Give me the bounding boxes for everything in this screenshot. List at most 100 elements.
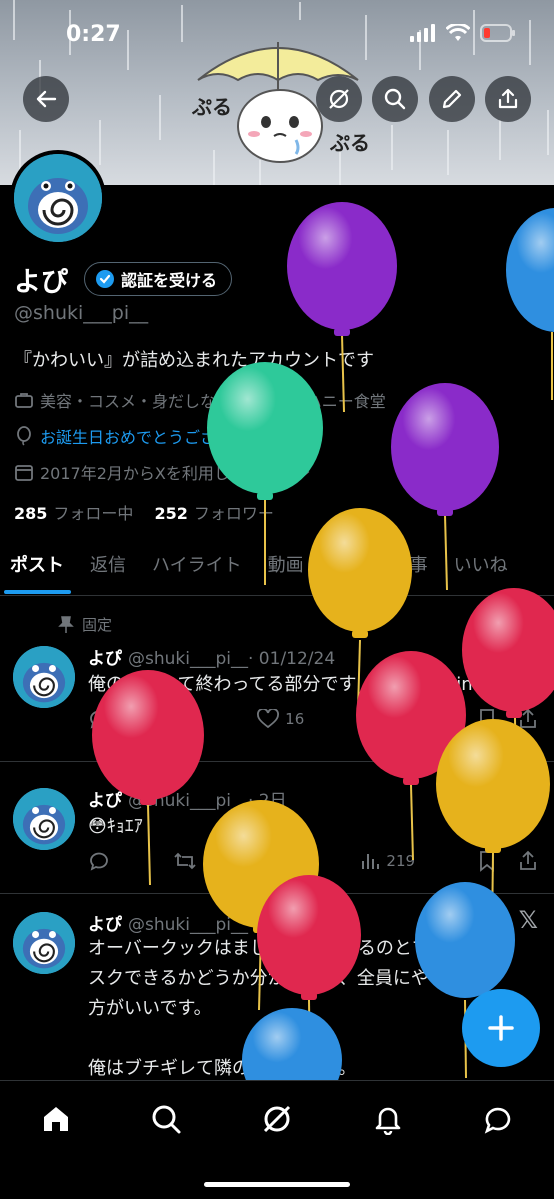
wifi-icon xyxy=(446,24,470,41)
nav-messages[interactable] xyxy=(478,1099,518,1139)
search-button[interactable] xyxy=(372,76,418,122)
repost-icon xyxy=(174,852,196,870)
post-author-name: よぴ xyxy=(88,915,122,935)
post-time: · 01/12/24 xyxy=(248,649,336,669)
tab-replies[interactable]: 返信 xyxy=(77,544,139,596)
location-pin-icon xyxy=(251,391,265,410)
share-button[interactable] xyxy=(485,76,531,122)
grok-button[interactable] xyxy=(316,76,362,122)
like-button[interactable]: 16 xyxy=(257,709,304,729)
chevron-right-icon xyxy=(301,466,310,478)
post-actions: 3 219 xyxy=(88,850,538,872)
profile-handle: @shuki___pi__ xyxy=(14,302,149,324)
reply-icon xyxy=(90,710,108,729)
post-time: · 2日 xyxy=(248,915,287,935)
balloon xyxy=(506,208,554,400)
like-button[interactable]: 3 xyxy=(259,851,298,871)
display-name: よぴ xyxy=(14,267,68,298)
calendar-icon xyxy=(15,465,33,481)
nav-home[interactable] xyxy=(36,1099,76,1139)
like-count: 3 xyxy=(287,852,298,870)
views-icon xyxy=(367,712,385,727)
tab-highlights[interactable]: ハイライト xyxy=(139,544,255,596)
tab-likes[interactable]: いいね xyxy=(441,544,521,596)
balloon xyxy=(287,202,397,413)
tab-photos[interactable]: 画像 xyxy=(317,544,379,596)
get-verified-button[interactable]: 認証を受ける xyxy=(84,262,233,296)
bookmark-share-group[interactable] xyxy=(478,850,538,872)
like-count: 16 xyxy=(285,710,305,728)
banner-text-right: ぷる xyxy=(329,131,368,155)
plus-icon xyxy=(488,1015,514,1041)
view-count: 219 xyxy=(386,852,416,870)
profile-tabs: ポスト 返信 ハイライト 動画 画像 記事 いいね xyxy=(0,544,554,596)
post-header: よぴ @shuki___pi__· 2日 xyxy=(88,786,287,811)
back-button[interactable] xyxy=(23,76,69,122)
tab-posts[interactable]: ポスト xyxy=(0,544,77,596)
birthday-message: お誕生日おめでとうございます。 xyxy=(40,428,279,447)
post-text: 😳ｷｮｴｱ xyxy=(88,816,143,837)
post-text-line: スクできるかどうか分かるので、全員にやらせた xyxy=(88,968,483,989)
post-avatar[interactable] xyxy=(13,912,75,974)
repost-button[interactable] xyxy=(173,850,197,872)
reply-button[interactable] xyxy=(88,708,110,730)
verified-badge-icon xyxy=(96,270,114,288)
views-icon xyxy=(362,854,380,869)
profile-avatar[interactable] xyxy=(10,150,106,246)
battery-low-icon xyxy=(480,24,515,42)
edit-button[interactable] xyxy=(429,76,475,122)
post-author-handle: @shuki___pi__ xyxy=(128,649,248,669)
joined-date: 2017年2月からXを利用しています xyxy=(40,464,294,483)
view-count: 2万 xyxy=(391,710,417,729)
grok-icon xyxy=(329,89,349,109)
x-logo: 𝕏 xyxy=(518,782,538,810)
post-avatar[interactable] xyxy=(13,646,75,708)
joined-row[interactable]: 2017年2月からXを利用しています xyxy=(14,460,311,484)
followers-link[interactable]: 252 フォロワー xyxy=(155,504,274,523)
poliwag-avatar-image xyxy=(13,788,75,850)
home-indicator xyxy=(204,1182,350,1187)
nav-search[interactable] xyxy=(146,1099,186,1139)
grok-icon xyxy=(263,1105,291,1133)
bookmark-icon xyxy=(480,851,494,872)
tab-videos[interactable]: 動画 xyxy=(255,544,317,596)
post-author-name: よぴ xyxy=(88,791,122,811)
follow-stats: 285 フォロー中 252 フォロワー xyxy=(14,500,274,524)
post-time: · 2日 xyxy=(248,791,287,811)
compose-post-button[interactable] xyxy=(462,989,540,1067)
post-avatar[interactable] xyxy=(13,788,75,850)
views-button[interactable]: 2万 xyxy=(366,709,417,730)
get-verified-label: 認証を受ける xyxy=(121,271,218,290)
birthday-row: お誕生日おめでとうございます。 xyxy=(14,424,278,448)
tab-articles[interactable]: 記事 xyxy=(379,544,441,596)
poliwag-avatar-image xyxy=(14,154,102,242)
banner-text-left: ぷる xyxy=(191,95,232,119)
status-time: 0:27 xyxy=(66,22,121,47)
following-link[interactable]: 285 フォロー中 xyxy=(14,504,133,523)
repost-icon xyxy=(172,710,195,728)
share-icon xyxy=(520,850,536,870)
bookmark-share-group[interactable] xyxy=(478,708,538,730)
post-item[interactable]: よぴ @shuki___pi__· 01/12/24 𝕏 俺の人として終わってる部… xyxy=(0,598,554,762)
views-button[interactable]: 219 xyxy=(360,851,415,871)
pencil-icon xyxy=(442,89,462,109)
reply-icon xyxy=(90,852,108,871)
profile-bio: 『かわいい』が詰め込まれたアカウントです xyxy=(14,350,374,371)
chat-bubble-icon xyxy=(484,1107,511,1134)
post-author-name: よぴ xyxy=(88,649,122,669)
nav-notifications[interactable] xyxy=(368,1099,408,1139)
share-icon xyxy=(498,88,518,109)
briefcase-icon xyxy=(15,393,33,408)
poliwag-avatar-image xyxy=(13,646,75,708)
post-text-line: オーバークックはまじで性格バレるのとマルチタ xyxy=(88,938,484,959)
signal-icon xyxy=(410,24,435,42)
bookmark-icon xyxy=(480,709,494,730)
profile-category: 美容・コスメ・身だしなみ xyxy=(40,392,233,411)
post-actions: 16 2万 xyxy=(88,708,538,730)
reply-button[interactable] xyxy=(88,850,110,872)
post-item[interactable]: よぴ @shuki___pi__· 2日 𝕏 😳ｷｮｴｱ 3 219 xyxy=(0,762,554,894)
repost-button[interactable] xyxy=(172,708,196,730)
x-logo: 𝕏 xyxy=(518,640,538,668)
nav-grok[interactable] xyxy=(257,1099,297,1139)
search-icon xyxy=(384,88,406,110)
